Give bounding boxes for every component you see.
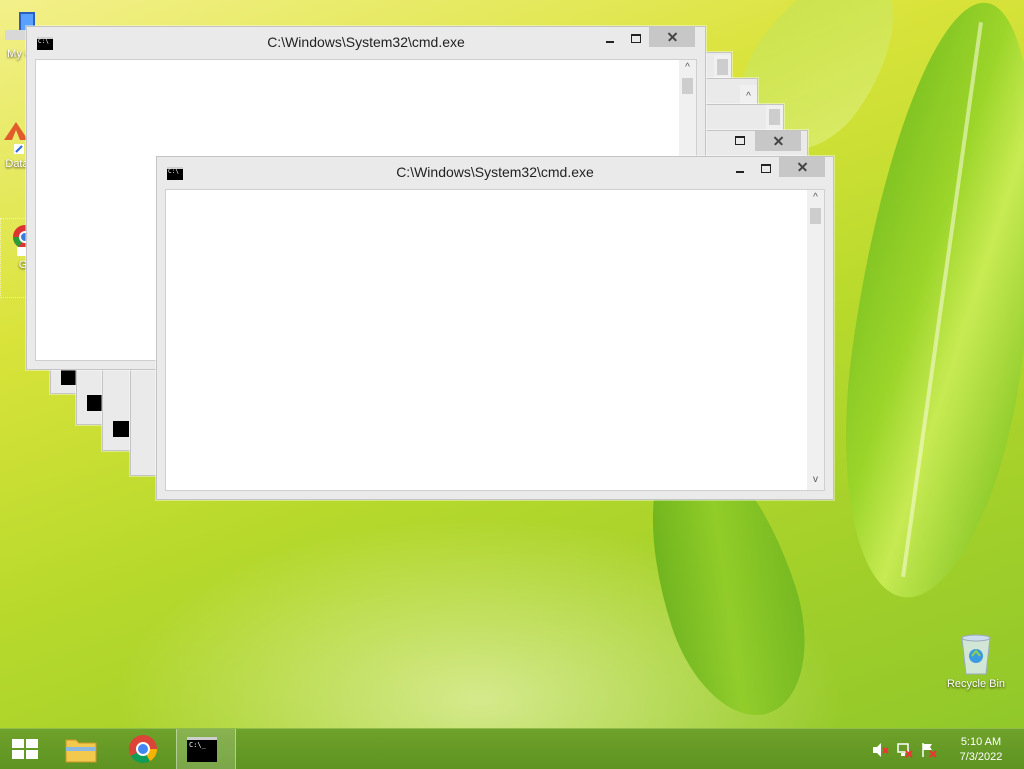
close-button[interactable] [649, 27, 695, 47]
system-tray [868, 729, 948, 769]
folder-icon [65, 739, 97, 763]
start-button[interactable] [0, 729, 50, 769]
taskbar-file-explorer[interactable] [56, 729, 106, 769]
desktop-icon-label: Recycle Bin [946, 678, 1006, 690]
vertical-scrollbar[interactable]: ^ v [807, 190, 824, 490]
clock-date: 7/3/2022 [959, 751, 1003, 763]
maximize-button[interactable] [753, 159, 779, 179]
taskbar-clock[interactable]: 5:10 AM 7/3/2022 [948, 735, 1014, 765]
scroll-thumb[interactable] [810, 208, 821, 224]
recycle-bin-icon [961, 634, 991, 675]
console-area[interactable]: ^ v [165, 189, 825, 491]
cmd-icon: C:\_ [187, 737, 217, 762]
window-titlebar[interactable]: C:\Windows\System32\cmd.exe [157, 157, 833, 187]
clock-time: 5:10 AM [960, 736, 1002, 748]
window-titlebar[interactable]: C:\Windows\System32\cmd.exe [27, 27, 705, 57]
action-center-flag-icon[interactable] [920, 742, 938, 758]
volume-muted-icon[interactable] [872, 742, 890, 758]
desktop-icon-recycle-bin[interactable]: Recycle Bin [940, 630, 1012, 690]
cmd-window-active[interactable]: C:\Windows\System32\cmd.exe ^ v [156, 156, 834, 500]
taskbar-command-prompt[interactable]: C:\_ [176, 729, 236, 769]
scroll-up-arrow[interactable]: ^ [807, 190, 824, 206]
taskbar-chrome[interactable] [118, 729, 168, 769]
scroll-down-arrow[interactable]: v [807, 472, 824, 488]
minimize-button[interactable] [597, 29, 623, 49]
scroll-thumb[interactable] [682, 78, 693, 94]
maximize-button[interactable] [623, 29, 649, 49]
taskbar: C:\_ 5:10 AM 7/3/2022 [0, 728, 1024, 769]
chrome-icon [129, 735, 157, 763]
network-icon[interactable] [896, 742, 914, 758]
scroll-up-arrow[interactable]: ^ [679, 60, 696, 76]
minimize-button[interactable] [727, 159, 753, 179]
close-button[interactable] [779, 157, 825, 177]
windows-logo-icon [12, 739, 38, 759]
